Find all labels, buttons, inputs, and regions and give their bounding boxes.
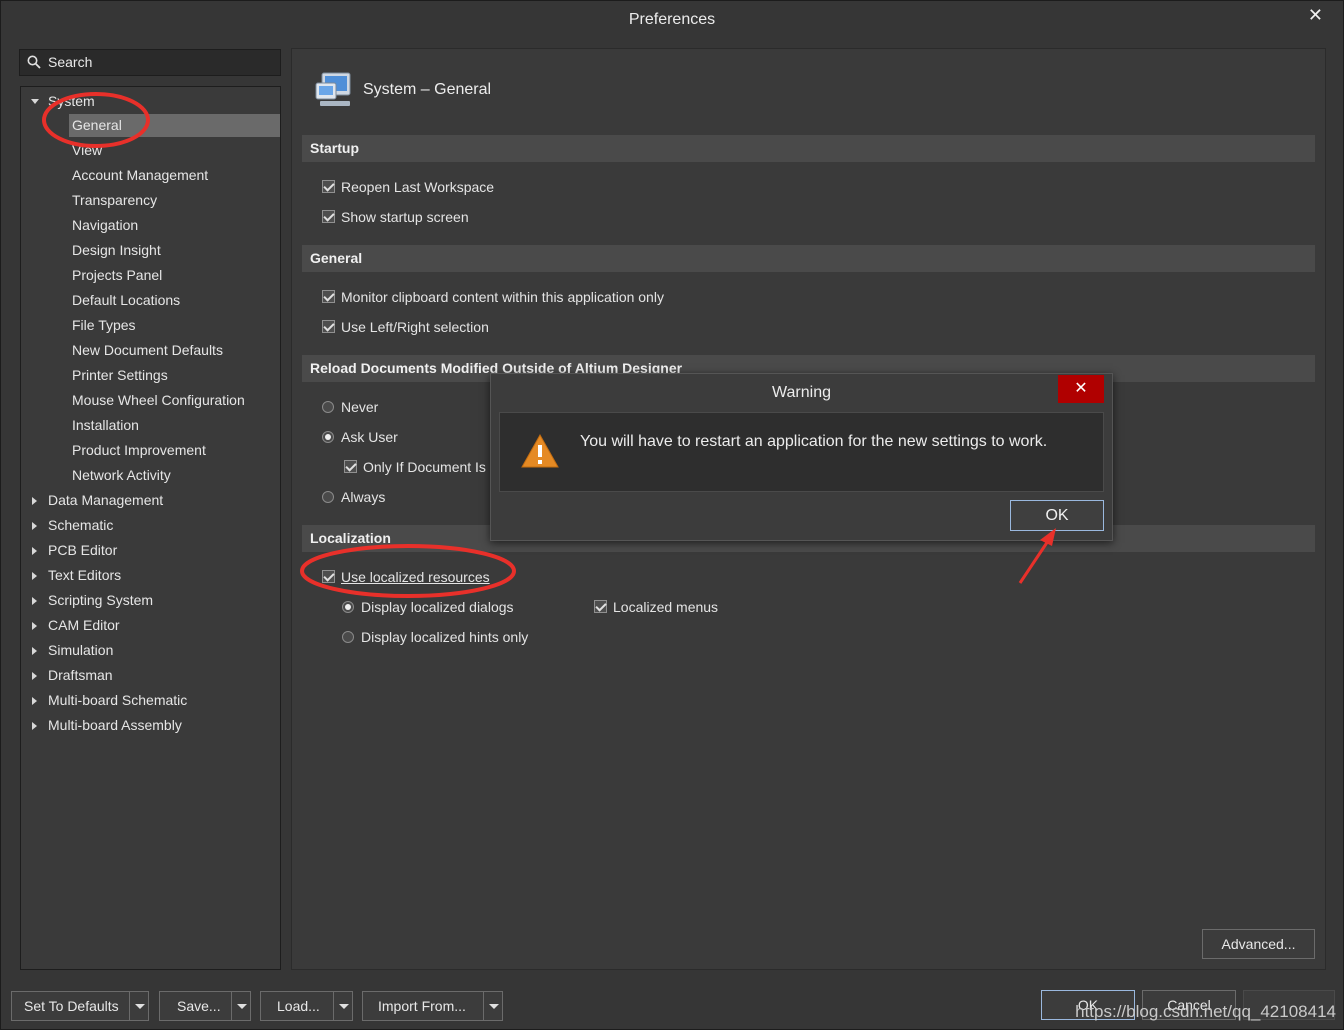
chevron-down-icon <box>31 99 39 104</box>
tree-item-design-insight[interactable]: Design Insight <box>72 239 161 262</box>
only-if-document-checkbox[interactable]: Only If Document Is M <box>344 457 501 477</box>
reload-never-radio[interactable]: Never <box>322 397 378 417</box>
monitor-clipboard-checkbox[interactable]: Monitor clipboard content within this ap… <box>322 287 664 307</box>
system-general-icon <box>315 72 351 106</box>
tree-item-transparency[interactable]: Transparency <box>72 189 157 212</box>
save-button[interactable]: Save... <box>159 991 251 1021</box>
radio-icon <box>322 491 334 503</box>
localized-menus-checkbox[interactable]: Localized menus <box>594 597 718 617</box>
tree-item-navigation[interactable]: Navigation <box>72 214 138 237</box>
tree-item-projects-panel[interactable]: Projects Panel <box>72 264 162 287</box>
dropdown-arrow-icon[interactable] <box>129 992 149 1020</box>
tree-item-default-locations[interactable]: Default Locations <box>72 289 180 312</box>
load-button[interactable]: Load... <box>260 991 353 1021</box>
radio-icon <box>322 431 334 443</box>
chevron-right-icon <box>32 547 37 555</box>
dialog-close-button[interactable]: ✕ <box>1058 375 1104 403</box>
tree-item-general[interactable]: General <box>69 114 280 137</box>
set-to-defaults-button[interactable]: Set To Defaults <box>11 991 149 1021</box>
tree-item-printer-settings[interactable]: Printer Settings <box>72 364 168 387</box>
checkbox-icon <box>344 460 357 473</box>
radio-icon <box>322 401 334 413</box>
display-localized-hints-radio[interactable]: Display localized hints only <box>342 627 528 647</box>
chevron-right-icon <box>32 572 37 580</box>
left-right-selection-checkbox[interactable]: Use Left/Right selection <box>322 317 489 337</box>
checkbox-icon <box>594 600 607 613</box>
chevron-right-icon <box>32 672 37 680</box>
chevron-right-icon <box>32 597 37 605</box>
checkbox-icon <box>322 570 335 583</box>
chevron-right-icon <box>32 522 37 530</box>
reload-ask-user-radio[interactable]: Ask User <box>322 427 398 447</box>
chevron-right-icon <box>32 647 37 655</box>
watermark-text: https://blog.csdn.net/qq_42108414 <box>1075 1002 1336 1021</box>
tree-item-file-types[interactable]: File Types <box>72 314 136 337</box>
dialog-ok-button[interactable]: OK <box>1010 500 1104 531</box>
dropdown-arrow-icon[interactable] <box>483 992 503 1020</box>
dropdown-arrow-icon[interactable] <box>333 992 353 1020</box>
section-general: General <box>302 245 1315 272</box>
checkbox-icon <box>322 320 335 333</box>
show-startup-screen-checkbox[interactable]: Show startup screen <box>322 207 469 227</box>
use-localized-resources-checkbox[interactable]: Use localized resources <box>322 567 490 587</box>
tree-item-mouse-wheel-configuration[interactable]: Mouse Wheel Configuration <box>72 389 245 412</box>
reopen-last-workspace-checkbox[interactable]: Reopen Last Workspace <box>322 177 494 197</box>
reload-always-radio[interactable]: Always <box>322 487 385 507</box>
import-from-button[interactable]: Import From... <box>362 991 503 1021</box>
display-localized-dialogs-radio[interactable]: Display localized dialogs <box>342 597 514 617</box>
chevron-right-icon <box>32 722 37 730</box>
checkbox-icon <box>322 180 335 193</box>
dialog-title: Warning <box>772 384 831 401</box>
radio-icon <box>342 631 354 643</box>
search-placeholder: Search <box>48 54 93 70</box>
dialog-body: You will have to restart an application … <box>499 412 1104 492</box>
search-input[interactable]: Search <box>19 49 281 76</box>
tree-item-view[interactable]: View <box>72 139 102 162</box>
tree-item-account-management[interactable]: Account Management <box>72 164 208 187</box>
chevron-right-icon <box>32 697 37 705</box>
section-startup: Startup <box>302 135 1315 162</box>
checkbox-icon <box>322 210 335 223</box>
tree-item-installation[interactable]: Installation <box>72 414 139 437</box>
chevron-right-icon <box>32 497 37 505</box>
advanced-button[interactable]: Advanced... <box>1202 929 1315 959</box>
dialog-message: You will have to restart an application … <box>580 433 1048 450</box>
window-close-icon[interactable]: ✕ <box>1308 5 1323 26</box>
tree-item-network-activity[interactable]: Network Activity <box>72 464 171 487</box>
radio-icon <box>342 601 354 613</box>
warning-dialog: Warning ✕ You will have to restart an ap… <box>490 373 1113 541</box>
warning-icon <box>521 433 559 468</box>
window-title: Preferences <box>628 11 716 28</box>
tree-item-new-document-defaults[interactable]: New Document Defaults <box>72 339 223 362</box>
tree-item-product-improvement[interactable]: Product Improvement <box>72 439 206 462</box>
tree-item-system[interactable]: System <box>21 90 280 113</box>
preferences-tree: System General View Account Management T… <box>20 86 281 970</box>
chevron-right-icon <box>32 622 37 630</box>
dropdown-arrow-icon[interactable] <box>231 992 251 1020</box>
page-title: System – General <box>363 81 492 98</box>
checkbox-icon <box>322 290 335 303</box>
search-icon <box>27 55 41 69</box>
